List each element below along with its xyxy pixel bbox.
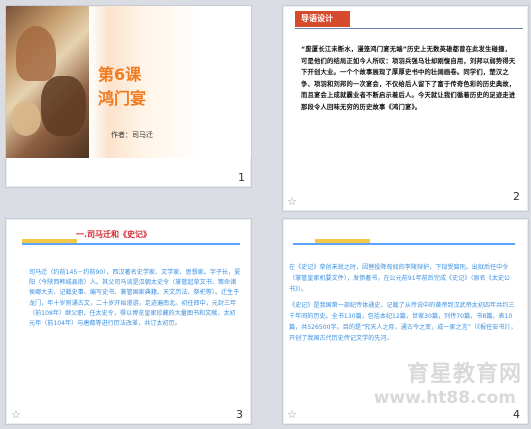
heading-divider — [295, 28, 523, 29]
slide-thumbnail-4[interactable]: 在《史记》草创未就之时，因替投降匈奴的李陵辩护，下狱受腐刑。出狱后任中令（掌管皇… — [282, 218, 529, 425]
author-label: 作者：司马迁 — [111, 131, 153, 139]
slide-thumbnail-2[interactable]: 导语设计 “废厦长江未断水，漫笼鸿门宴无端”历史上无数英雄都曾在此发生碰撞，可是… — [282, 5, 529, 212]
slide-number: 1 — [238, 171, 245, 184]
slide-number: 2 — [513, 190, 520, 203]
slide-heading: 导语设计 — [301, 14, 333, 23]
star-icon[interactable]: ☆ — [11, 408, 21, 421]
body-paragraph-1: 在《史记》草创未就之时，因替投降匈奴的李陵辩护，下狱受腐刑。出狱后任中令（掌管皇… — [289, 264, 511, 294]
slide-body-text: 在《史记》草创未就之时，因替投降匈奴的李陵辩护，下狱受腐刑。出狱后任中令（掌管皇… — [289, 262, 517, 348]
slide-number: 3 — [236, 408, 243, 421]
star-icon[interactable]: ☆ — [287, 408, 297, 421]
star-icon[interactable]: ☆ — [287, 195, 297, 208]
slide-body-text: 司马迁（约前145－约前90），西汉著名史学家、文学家、思想家。字子长，夏阳（今… — [29, 269, 241, 328]
body-paragraph-2: 《史记》是我国第一部纪传体通史，记载了从传说中的黄帝到汉武帝太初四年共约三千年间… — [289, 301, 517, 343]
watermark-text: 育星教育网 — [406, 362, 522, 387]
slide-body-text: “废厦长江未断水，漫笼鸿门宴无端”历史上无数英雄都曾在此发生碰撞，可是他们的结局… — [301, 46, 516, 111]
slide-heading: 一.司马迁和《史记》 — [76, 230, 152, 239]
lesson-name-title: 鸿门宴 — [98, 89, 147, 108]
lesson-number-title: 第6课 — [98, 65, 142, 84]
watermark-url: www.ht88.com — [373, 388, 516, 408]
slide-thumbnail-3[interactable]: 一.司马迁和《史记》 司马迁（约前145－约前90），西汉著名史学家、文学家、思… — [5, 218, 252, 425]
slide-number: 4 — [513, 408, 520, 421]
heading-divider — [22, 243, 240, 245]
heading-divider — [293, 243, 515, 245]
slide-thumbnail-1[interactable]: 第6课 鸿门宴 作者：司马迁 1 — [5, 5, 252, 188]
